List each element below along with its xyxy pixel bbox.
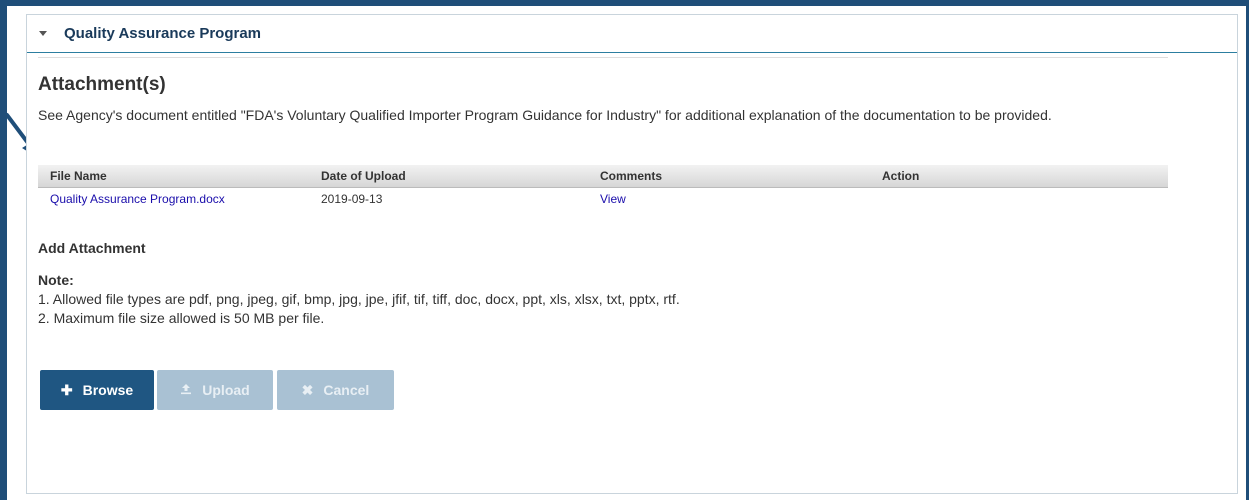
upload-button-label: Upload — [202, 382, 250, 398]
panel-title: Quality Assurance Program — [64, 25, 262, 42]
file-name-link[interactable]: Quality Assurance Program.docx — [50, 192, 225, 206]
column-header-date-of-upload: Date of Upload — [321, 169, 406, 183]
note-max-file-size: 2. Maximum file size allowed is 50 MB pe… — [38, 310, 325, 326]
browse-button[interactable]: ✚ Browse — [40, 370, 154, 410]
upload-date: 2019-09-13 — [321, 192, 383, 206]
upload-icon — [180, 382, 192, 398]
column-header-file-name: File Name — [50, 169, 107, 183]
plus-icon: ✚ — [60, 381, 73, 398]
table-header: File Name Date of Upload Comments Action — [38, 165, 1168, 188]
cancel-button-label: Cancel — [323, 382, 370, 398]
quality-assurance-panel: Quality Assurance Program — [26, 14, 1238, 494]
close-icon: ✖ — [301, 381, 314, 398]
browse-button-label: Browse — [82, 382, 134, 398]
column-header-comments: Comments — [600, 169, 663, 183]
window-frame-left — [0, 0, 7, 500]
note-label: Note: — [38, 272, 74, 288]
attachments-description: See Agency's document entitled "FDA's Vo… — [38, 107, 1052, 123]
add-attachment-heading: Add Attachment — [38, 240, 146, 256]
cancel-button[interactable]: ✖ Cancel — [277, 370, 394, 410]
window-frame-top — [0, 0, 1249, 6]
upload-button[interactable]: Upload — [157, 370, 273, 410]
attachments-table: File Name Date of Upload Comments Action… — [38, 165, 1168, 210]
section-divider — [38, 57, 1168, 58]
caret-down-icon — [39, 31, 47, 36]
table-row: Quality Assurance Program.docx 2019-09-1… — [38, 188, 1168, 210]
attachments-heading: Attachment(s) — [38, 74, 166, 95]
panel-header-toggle[interactable]: Quality Assurance Program — [27, 15, 1237, 53]
column-header-action: Action — [882, 169, 920, 183]
note-allowed-file-types: 1. Allowed file types are pdf, png, jpeg… — [38, 291, 680, 307]
view-comments-link[interactable]: View — [600, 192, 626, 206]
